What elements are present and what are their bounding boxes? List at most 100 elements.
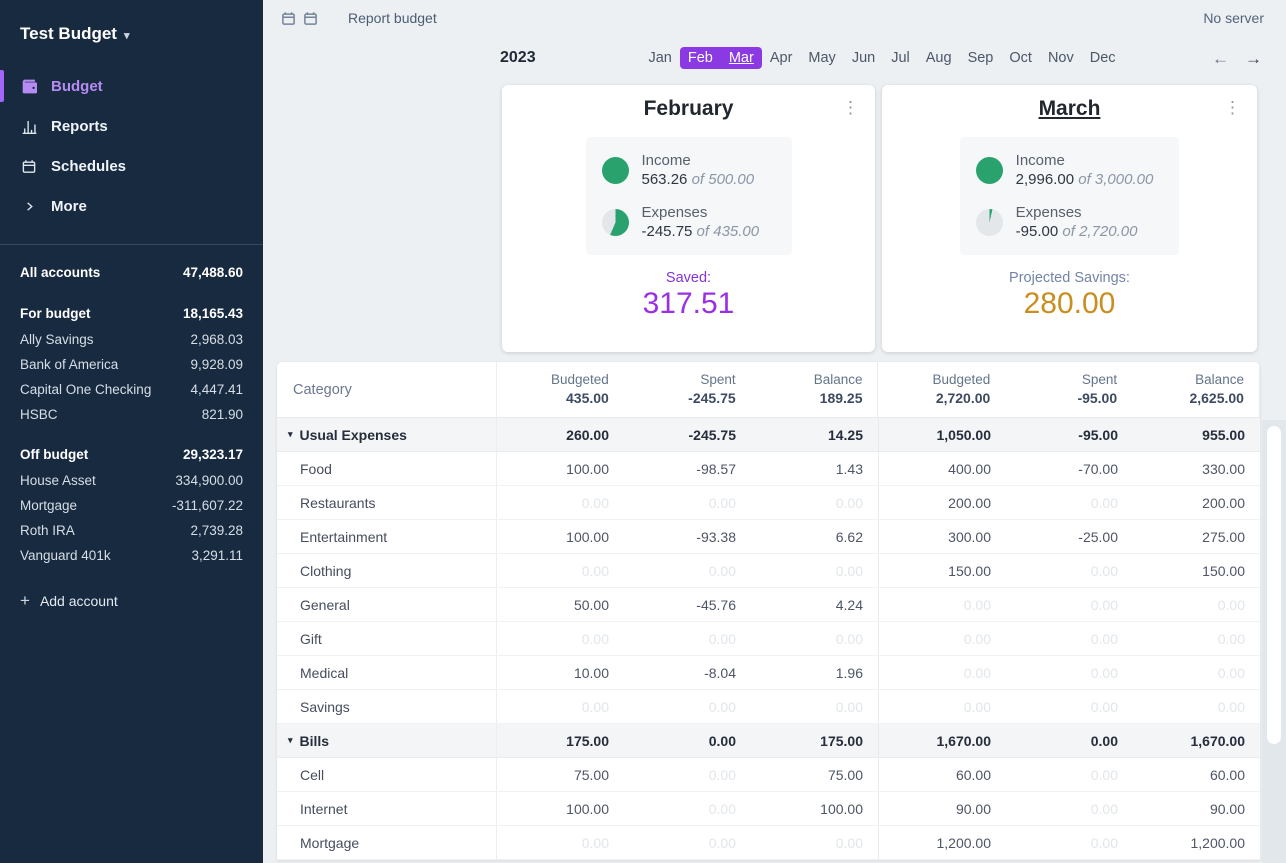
budgeted-cell-month2[interactable]: 200.00	[879, 486, 1006, 519]
spent-cell-month1[interactable]: 0.00	[624, 826, 751, 859]
budgeted-cell-month2[interactable]: 90.00	[879, 792, 1006, 825]
category-name-cell[interactable]: Clothing	[277, 554, 497, 587]
budgeted-cell-month2[interactable]: 60.00	[879, 758, 1006, 791]
sidebar-item-reports[interactable]: Reports	[0, 106, 263, 146]
spent-cell-month2[interactable]: 0.00	[1006, 656, 1133, 689]
month-card-title[interactable]: February	[502, 97, 875, 121]
month-tab-jul[interactable]: Jul	[883, 47, 918, 69]
budgeted-cell-month1[interactable]: 0.00	[497, 554, 624, 587]
spent-cell-month2[interactable]: 0.00	[1006, 826, 1133, 859]
spent-cell-month2[interactable]: 0.00	[1006, 588, 1133, 621]
spent-cell-month1[interactable]: -45.76	[624, 588, 751, 621]
balance-cell-month1[interactable]: 75.00	[751, 758, 879, 791]
budgeted-cell-month1[interactable]: 0.00	[497, 486, 624, 519]
next-month-arrow-icon[interactable]: →	[1245, 50, 1262, 67]
sidebar-account-item[interactable]: Ally Savings2,968.03	[0, 327, 263, 352]
sidebar-account-item[interactable]: Capital One Checking4,447.41	[0, 377, 263, 402]
month-tab-mar[interactable]: Mar	[721, 47, 762, 69]
month-card-title[interactable]: March	[882, 97, 1257, 121]
balance-cell-month1[interactable]: 0.00	[751, 826, 879, 859]
spent-cell-month2[interactable]: -25.00	[1006, 520, 1133, 553]
spent-cell-month2[interactable]: 0.00	[1006, 690, 1133, 723]
budgeted-cell-month1[interactable]: 0.00	[497, 826, 624, 859]
category-name-cell[interactable]: Savings	[277, 690, 497, 723]
spent-cell-month2[interactable]: 0.00	[1006, 486, 1133, 519]
spent-cell-month1[interactable]: -98.57	[624, 452, 751, 485]
balance-cell-month2[interactable]: 200.00	[1133, 486, 1260, 519]
sidebar-account-item[interactable]: Mortgage-311,607.22	[0, 493, 263, 518]
month-tab-jan[interactable]: Jan	[640, 47, 679, 69]
budgeted-cell-month1[interactable]: 0.00	[497, 622, 624, 655]
balance-cell-month2[interactable]: 0.00	[1133, 656, 1260, 689]
budgeted-cell-month1[interactable]: 10.00	[497, 656, 624, 689]
category-name-cell[interactable]: Internet	[277, 792, 497, 825]
account-group-header[interactable]: For budget18,165.43	[0, 300, 263, 327]
balance-cell-month2[interactable]: 150.00	[1133, 554, 1260, 587]
spent-cell-month1[interactable]: 0.00	[624, 758, 751, 791]
month-tab-sep[interactable]: Sep	[960, 47, 1002, 69]
budgeted-cell-month2[interactable]: 300.00	[879, 520, 1006, 553]
group-name-cell[interactable]: ▾Usual Expenses	[277, 418, 497, 451]
spent-cell-month1[interactable]: 0.00	[624, 690, 751, 723]
scrollbar-track[interactable]	[1262, 420, 1286, 863]
spent-cell-month2[interactable]: 0.00	[1006, 622, 1133, 655]
balance-cell-month2[interactable]: 330.00	[1133, 452, 1260, 485]
spent-cell-month1[interactable]: 0.00	[624, 554, 751, 587]
category-name-cell[interactable]: Mortgage	[277, 826, 497, 859]
budgeted-cell-month1[interactable]: 75.00	[497, 758, 624, 791]
month-tab-apr[interactable]: Apr	[762, 47, 801, 69]
spent-cell-month1[interactable]: 0.00	[624, 622, 751, 655]
sidebar-item-all-accounts[interactable]: All accounts 47,488.60	[0, 259, 263, 286]
category-name-cell[interactable]: Food	[277, 452, 497, 485]
group-name-cell[interactable]: ▾Bills	[277, 724, 497, 757]
kebab-menu-icon[interactable]: ⋮	[842, 99, 859, 116]
category-name-cell[interactable]: Restaurants	[277, 486, 497, 519]
prev-month-arrow-icon[interactable]: ←	[1212, 50, 1229, 67]
spent-cell-month2[interactable]: 0.00	[1006, 554, 1133, 587]
balance-cell-month1[interactable]: 1.43	[751, 452, 879, 485]
category-name-cell[interactable]: Entertainment	[277, 520, 497, 553]
account-group-header[interactable]: Off budget29,323.17	[0, 441, 263, 468]
balance-cell-month2[interactable]: 0.00	[1133, 588, 1260, 621]
balance-cell-month1[interactable]: 0.00	[751, 554, 879, 587]
collapse-triangle-icon[interactable]: ▾	[288, 735, 293, 746]
balance-cell-month1[interactable]: 4.24	[751, 588, 879, 621]
budgeted-cell-month1[interactable]: 100.00	[497, 452, 624, 485]
balance-cell-month1[interactable]: 100.00	[751, 792, 879, 825]
server-status[interactable]: No server	[1203, 10, 1272, 26]
vertical-scrollbar[interactable]	[1267, 426, 1281, 744]
month-tab-feb[interactable]: Feb	[680, 47, 721, 69]
spent-cell-month2[interactable]: 0.00	[1006, 758, 1133, 791]
balance-cell-month2[interactable]: 60.00	[1133, 758, 1260, 791]
month-tab-oct[interactable]: Oct	[1001, 47, 1040, 69]
budgeted-cell-month2[interactable]: 0.00	[879, 690, 1006, 723]
balance-cell-month2[interactable]: 90.00	[1133, 792, 1260, 825]
budgeted-cell-month2[interactable]: 150.00	[879, 554, 1006, 587]
month-tab-nov[interactable]: Nov	[1040, 47, 1082, 69]
sidebar-account-item[interactable]: Bank of America9,928.09	[0, 352, 263, 377]
month-tab-jun[interactable]: Jun	[844, 47, 883, 69]
budgeted-cell-month1[interactable]: 0.00	[497, 690, 624, 723]
balance-cell-month2[interactable]: 0.00	[1133, 622, 1260, 655]
sidebar-account-item[interactable]: Vanguard 401k3,291.11	[0, 543, 263, 568]
category-name-cell[interactable]: Medical	[277, 656, 497, 689]
balance-cell-month2[interactable]: 1,200.00	[1133, 826, 1260, 859]
budgeted-cell-month2[interactable]: 1,200.00	[879, 826, 1006, 859]
category-name-cell[interactable]: Cell	[277, 758, 497, 791]
balance-cell-month1[interactable]: 0.00	[751, 486, 879, 519]
month-tab-dec[interactable]: Dec	[1082, 47, 1124, 69]
sidebar-item-more[interactable]: More	[0, 186, 263, 226]
single-month-view-icon[interactable]	[281, 11, 296, 26]
balance-cell-month1[interactable]: 6.62	[751, 520, 879, 553]
category-name-cell[interactable]: Gift	[277, 622, 497, 655]
add-account-button[interactable]: + Add account	[0, 584, 263, 617]
budgeted-cell-month2[interactable]: 0.00	[879, 656, 1006, 689]
balance-cell-month2[interactable]: 275.00	[1133, 520, 1260, 553]
spent-cell-month1[interactable]: -93.38	[624, 520, 751, 553]
category-name-cell[interactable]: General	[277, 588, 497, 621]
collapse-triangle-icon[interactable]: ▾	[288, 429, 293, 440]
balance-cell-month1[interactable]: 0.00	[751, 690, 879, 723]
month-tab-may[interactable]: May	[800, 47, 843, 69]
sidebar-item-budget[interactable]: Budget	[0, 66, 263, 106]
spent-cell-month1[interactable]: 0.00	[624, 792, 751, 825]
